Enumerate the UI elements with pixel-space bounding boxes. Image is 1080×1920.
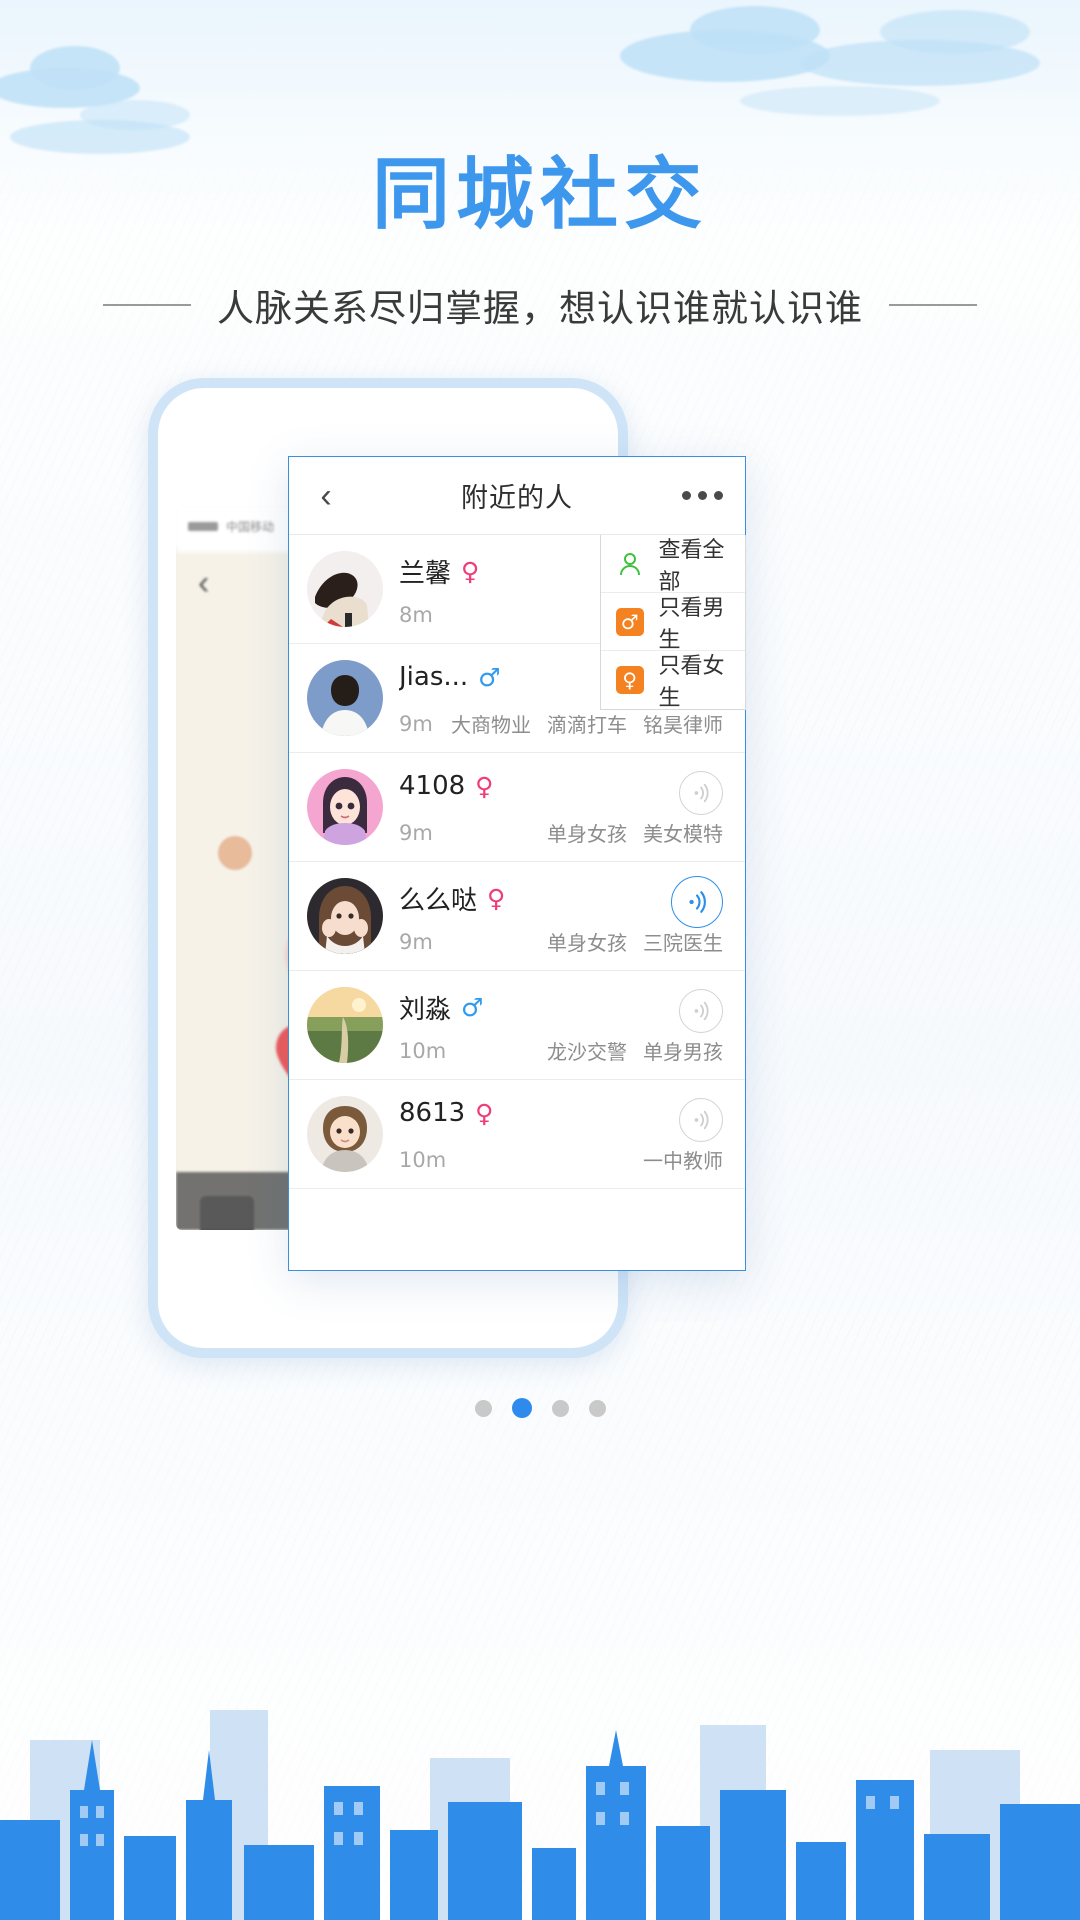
city-skyline [0, 1710, 1080, 1920]
person-distance: 9m [399, 930, 433, 954]
male-icon: ♂ [478, 662, 501, 692]
person-tag: 铭昊律师 [643, 713, 723, 737]
person-tag: 三院医生 [643, 931, 723, 955]
person-name: 么么哒 [399, 886, 478, 916]
map-poi-1 [218, 836, 252, 870]
person-name: 4108 [399, 771, 466, 801]
person-row[interactable]: 么么哒 ♀ 9m 单身女孩 三院医生 [289, 862, 745, 971]
person-tags: 单身女孩 三院医生 [547, 927, 723, 956]
avatar[interactable] [307, 660, 383, 736]
subtitle-dash-left [103, 304, 191, 306]
person-tag: 单身女孩 [547, 931, 627, 955]
person-distance: 10m [399, 1148, 447, 1172]
subtitle: 人脉关系尽归掌握，想认识谁就认识谁 [217, 287, 863, 330]
female-icon: ♀ [615, 665, 644, 695]
person-row[interactable]: 8613 ♀ 10m 一中教师 [289, 1080, 745, 1189]
filter-label-male: 只看男生 [658, 595, 725, 653]
person-row[interactable]: 刘淼 ♂ 10m 龙沙交警 单身男孩 [289, 971, 745, 1080]
person-name: Jias... [399, 662, 469, 692]
person-distance: 8m [399, 603, 433, 627]
person-distance: 9m [399, 821, 433, 845]
carousel-dot[interactable] [588, 1399, 606, 1417]
person-name: 兰馨 [399, 559, 452, 589]
carousel-dots[interactable] [0, 1398, 1080, 1418]
person-distance: 9m [399, 712, 433, 736]
avatar[interactable] [307, 987, 383, 1063]
person-tag: 美女模特 [643, 822, 723, 846]
person-outline-icon [615, 549, 644, 579]
subtitle-row: 人脉关系尽归掌握，想认识谁就认识谁 [0, 278, 1080, 332]
subtitle-dash-right [889, 304, 977, 306]
sonar-icon[interactable] [671, 876, 723, 928]
person-name: 刘淼 [399, 995, 452, 1025]
person-tag: 大商物业 [451, 713, 531, 737]
person-name-line: 兰馨 ♀ [399, 553, 479, 590]
sonar-icon[interactable] [679, 771, 723, 815]
person-info: 8613 ♀ 10m 一中教师 [399, 1096, 723, 1174]
person-name-line: 8613 ♀ [399, 1098, 493, 1128]
person-name-line: 么么哒 ♀ [399, 880, 505, 917]
person-tag: 单身女孩 [547, 822, 627, 846]
female-icon: ♀ [475, 771, 494, 801]
map-back-icon[interactable]: ‹ [198, 564, 209, 603]
male-icon: ♂ [461, 993, 484, 1022]
person-name-line: 4108 ♀ [399, 771, 493, 801]
person-info: 刘淼 ♂ 10m 龙沙交警 单身男孩 [399, 987, 723, 1065]
person-tag: 一中教师 [643, 1149, 723, 1173]
person-tags: 龙沙交警 单身男孩 [547, 1036, 723, 1065]
filter-dropdown-menu[interactable]: 查看全部 ♂ 只看男生 ♀ 只看女生 [600, 535, 746, 711]
carousel-dot[interactable] [474, 1399, 492, 1417]
nearby-people-panel: ‹ 附近的人 查看全部 ♂ 只看男生 ♀ 只看女生 兰馨 ♀ 8m Jias..… [288, 456, 746, 1271]
female-icon: ♀ [475, 1098, 494, 1128]
panel-header: ‹ 附近的人 [289, 457, 745, 535]
avatar[interactable] [307, 1096, 383, 1172]
person-info: 4108 ♀ 9m 单身女孩 美女模特 [399, 769, 723, 847]
filter-item-male[interactable]: ♂ 只看男生 [601, 593, 745, 653]
person-name-line: Jias... ♂ [399, 662, 501, 692]
sonar-icon[interactable] [679, 989, 723, 1033]
avatar[interactable] [307, 769, 383, 845]
person-tags: 单身女孩 美女模特 [547, 818, 723, 847]
person-distance: 10m [399, 1039, 447, 1063]
person-name: 8613 [399, 1098, 466, 1128]
carousel-dot[interactable] [551, 1399, 569, 1417]
person-name-line: 刘淼 ♂ [399, 989, 483, 1026]
filter-item-female[interactable]: ♀ 只看女生 [601, 651, 745, 711]
carousel-dot[interactable] [511, 1398, 532, 1418]
male-icon: ♂ [615, 607, 644, 637]
avatar[interactable] [307, 551, 383, 627]
status-carrier: 中国移动 [226, 519, 275, 534]
person-tag: 滴滴打车 [547, 713, 627, 737]
filter-item-all[interactable]: 查看全部 [601, 535, 745, 595]
person-row[interactable]: 4108 ♀ 9m 单身女孩 美女模特 [289, 753, 745, 862]
more-horizontal-icon[interactable] [682, 491, 723, 500]
back-chevron-icon[interactable]: ‹ [289, 479, 363, 513]
person-tags: 一中教师 [643, 1145, 723, 1174]
filter-label-all: 查看全部 [658, 537, 725, 595]
filter-label-female: 只看女生 [658, 654, 725, 711]
person-tags: 大商物业 滴滴打车 铭昊律师 [451, 709, 723, 738]
person-tag: 龙沙交警 [547, 1040, 627, 1064]
person-tag: 单身男孩 [643, 1040, 723, 1064]
female-icon: ♀ [487, 884, 506, 913]
page-title: 同城社交 [371, 150, 708, 240]
sonar-icon[interactable] [679, 1098, 723, 1142]
female-icon: ♀ [461, 557, 480, 586]
avatar[interactable] [307, 878, 383, 954]
person-info: 么么哒 ♀ 9m 单身女孩 三院医生 [399, 876, 723, 956]
